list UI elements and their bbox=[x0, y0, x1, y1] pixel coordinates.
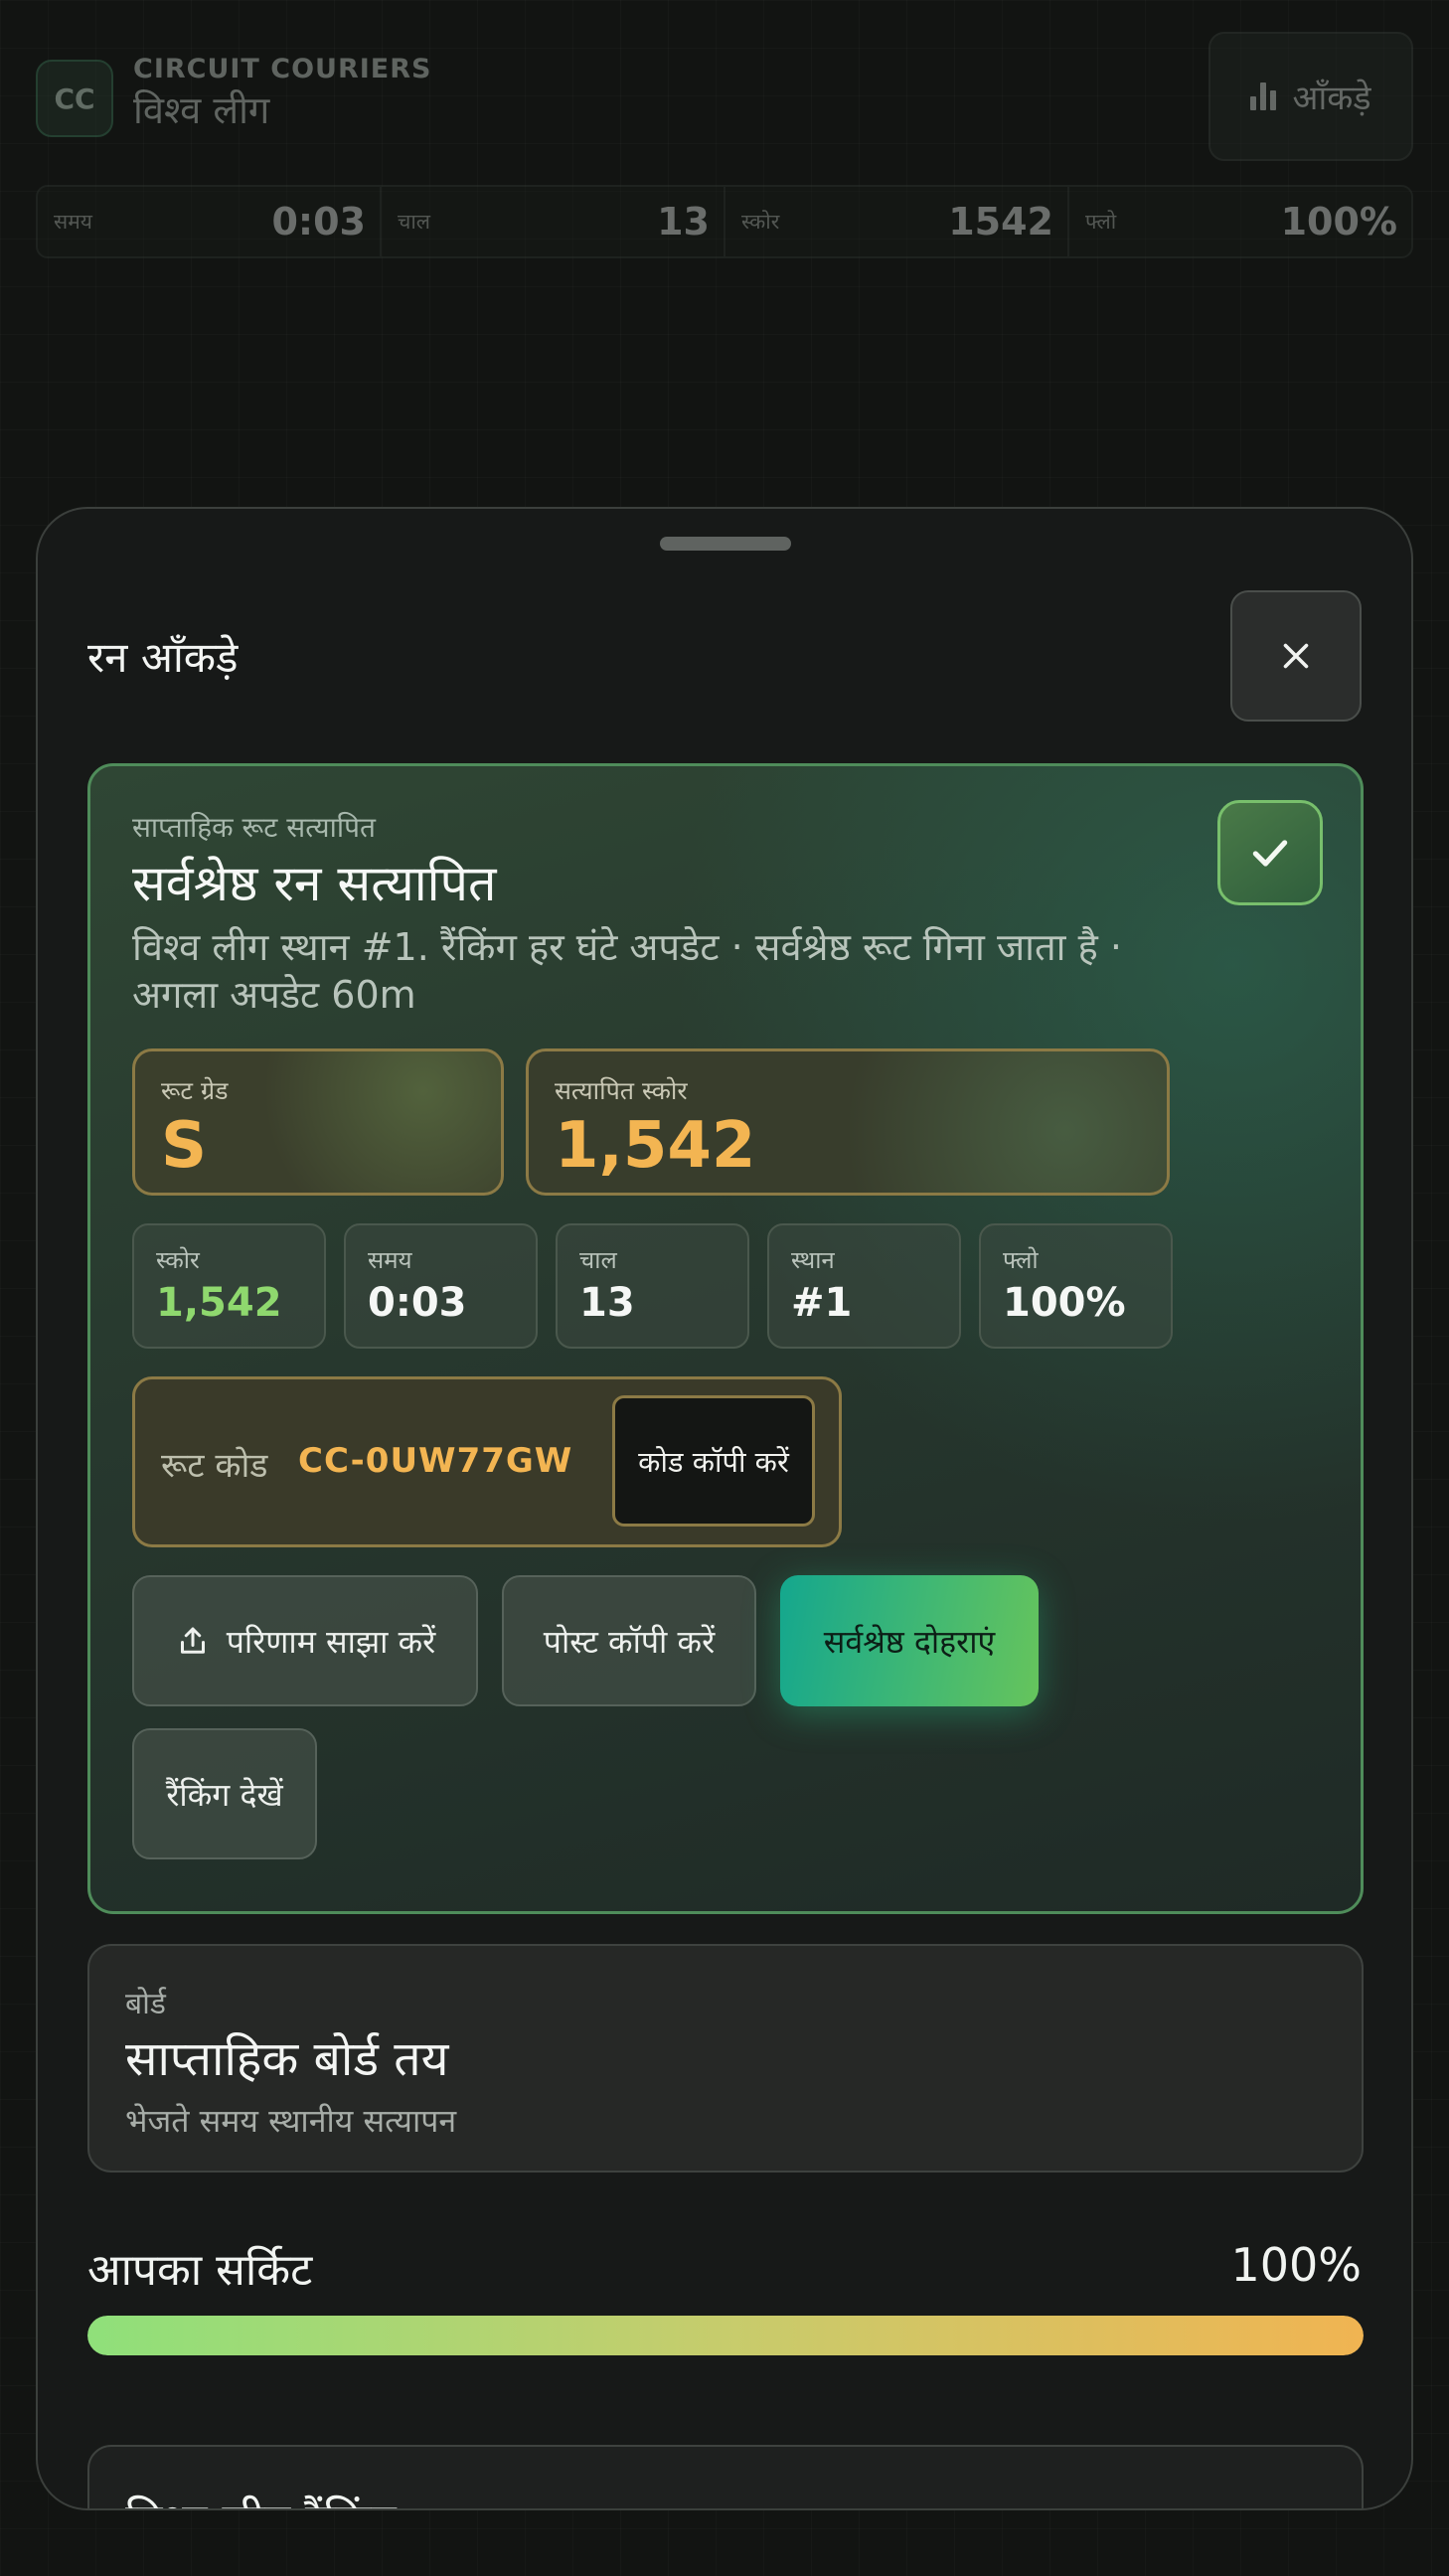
top-stat-time: समय 0:03 bbox=[38, 187, 382, 256]
circuit-progress-fill bbox=[87, 2316, 1364, 2355]
sheet-drag-handle[interactable] bbox=[660, 537, 791, 551]
stats-button-label: आँकड़े bbox=[1292, 79, 1371, 118]
share-icon bbox=[180, 1627, 205, 1654]
board-subtitle: भेजते समय स्थानीय सत्यापन bbox=[125, 2102, 457, 2140]
verified-score-label: सत्यापित स्कोर bbox=[555, 1076, 688, 1105]
verified-badge bbox=[1217, 800, 1323, 905]
verified-score-card: सत्यापित स्कोर 1,542 bbox=[526, 1048, 1170, 1196]
copy-code-button[interactable]: कोड कॉपी करें bbox=[612, 1395, 815, 1527]
route-grade-label: रूट ग्रेड bbox=[161, 1076, 229, 1105]
mini-stat-flow: फ्लो 100% bbox=[979, 1223, 1173, 1349]
top-stat-value: 0:03 bbox=[271, 200, 366, 243]
league-ranking-title: विश्व लीग रैंकिंग bbox=[125, 2489, 397, 2508]
route-grade-card: रूट ग्रेड S bbox=[132, 1048, 504, 1196]
top-stat-value: 100% bbox=[1280, 200, 1397, 243]
mini-stat-value: 0:03 bbox=[368, 1280, 467, 1326]
close-button[interactable] bbox=[1230, 590, 1362, 722]
top-stats-bar: समय 0:03 चाल 13 स्कोर 1542 फ्लो 100% bbox=[36, 185, 1413, 258]
copy-post-button[interactable]: पोस्ट कॉपी करें bbox=[502, 1575, 756, 1706]
circuit-label: आपका सर्किट bbox=[87, 2245, 313, 2296]
close-icon bbox=[1283, 643, 1309, 669]
stats-button[interactable]: आँकड़े bbox=[1208, 32, 1413, 161]
route-code-box: रूट कोड CC-0UW77GW कोड कॉपी करें bbox=[132, 1376, 842, 1547]
route-code-label: रूट कोड bbox=[161, 1446, 268, 1486]
board-card: बोर्ड साप्ताहिक बोर्ड तय भेजते समय स्थान… bbox=[87, 1944, 1364, 2173]
mini-stat-score: स्कोर 1,542 bbox=[132, 1223, 326, 1349]
mini-stats-row: स्कोर 1,542 समय 0:03 चाल 13 स्थान #1 फ्ल… bbox=[132, 1223, 1173, 1349]
mini-stat-moves: चाल 13 bbox=[556, 1223, 749, 1349]
app-header: CC CIRCUIT COURIERS विश्व लीग आँकड़े bbox=[36, 32, 1413, 165]
top-stat-label: फ्लो bbox=[1085, 210, 1117, 234]
hero-title: सर्वश्रेष्ठ रन सत्यापित bbox=[132, 855, 497, 912]
checkmark-icon bbox=[1252, 840, 1288, 867]
app-logo: CC bbox=[36, 60, 113, 137]
top-stat-value: 13 bbox=[657, 200, 710, 243]
top-stat-score: स्कोर 1542 bbox=[725, 187, 1069, 256]
route-code-value: CC-0UW77GW bbox=[298, 1441, 573, 1481]
league-ranking-card: विश्व लीग रैंकिंग bbox=[87, 2445, 1364, 2508]
verified-run-card: साप्ताहिक रूट सत्यापित सर्वश्रेष्ठ रन सत… bbox=[87, 763, 1364, 1914]
mini-stat-label: फ्लो bbox=[1003, 1246, 1039, 1274]
mini-stat-label: स्कोर bbox=[156, 1246, 200, 1274]
share-result-button[interactable]: परिणाम साझा करें bbox=[132, 1575, 478, 1706]
mini-stat-label: स्थान bbox=[791, 1246, 835, 1274]
top-stat-value: 1542 bbox=[948, 200, 1053, 243]
mini-stat-label: समय bbox=[368, 1246, 412, 1274]
run-stats-sheet: रन आँकड़े साप्ताहिक रूट सत्यापित सर्वश्र… bbox=[36, 507, 1413, 2510]
top-stat-label: समय bbox=[54, 210, 92, 234]
verified-score-value: 1,542 bbox=[555, 1109, 756, 1183]
board-kicker: बोर्ड bbox=[125, 1987, 166, 2021]
top-stat-label: चाल bbox=[398, 210, 431, 234]
mini-stat-value: #1 bbox=[791, 1280, 853, 1326]
mini-stat-label: चाल bbox=[579, 1246, 617, 1274]
board-title: साप्ताहिक बोर्ड तय bbox=[125, 2031, 449, 2087]
circuit-percent: 100% bbox=[1230, 2238, 1362, 2292]
hero-kicker: साप्ताहिक रूट सत्यापित bbox=[132, 811, 376, 844]
mini-stat-value: 13 bbox=[579, 1280, 635, 1326]
sheet-title: रन आँकड़े bbox=[87, 633, 239, 682]
mini-stat-rank: स्थान #1 bbox=[767, 1223, 961, 1349]
mini-stat-value: 100% bbox=[1003, 1280, 1126, 1326]
top-stat-flow: फ्लो 100% bbox=[1069, 187, 1411, 256]
replay-best-button[interactable]: सर्वश्रेष्ठ दोहराएं bbox=[780, 1575, 1039, 1706]
view-ranking-button[interactable]: रैंकिंग देखें bbox=[132, 1728, 317, 1859]
brand-subtitle: विश्व लीग bbox=[133, 88, 270, 132]
mini-stat-time: समय 0:03 bbox=[344, 1223, 538, 1349]
circuit-progress-bar bbox=[87, 2316, 1364, 2355]
top-stat-label: स्कोर bbox=[741, 210, 780, 234]
hero-description: विश्व लीग स्थान #1. रैंकिंग हर घंटे अपडे… bbox=[132, 925, 1122, 1017]
mini-stat-value: 1,542 bbox=[156, 1280, 282, 1326]
share-result-label: परिणाम साझा करें bbox=[226, 1622, 436, 1661]
route-grade-value: S bbox=[161, 1109, 208, 1183]
bar-chart-icon bbox=[1250, 82, 1277, 110]
brand-name: CIRCUIT COURIERS bbox=[133, 54, 432, 84]
top-stat-moves: चाल 13 bbox=[382, 187, 725, 256]
